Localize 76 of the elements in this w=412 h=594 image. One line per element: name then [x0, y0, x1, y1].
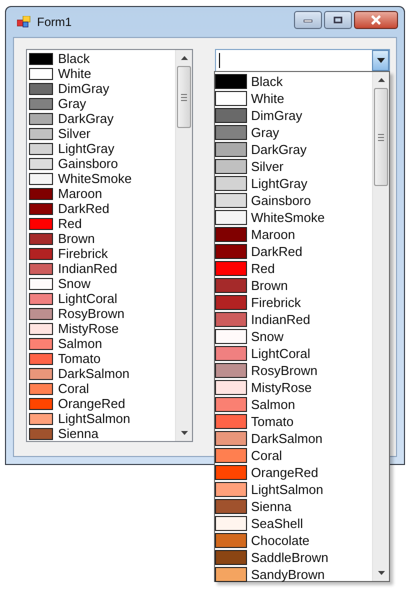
list-item[interactable]: LightCoral [215, 345, 372, 362]
list-item[interactable]: MistyRose [27, 321, 175, 336]
scrollbar[interactable] [372, 72, 389, 581]
list-item[interactable]: White [215, 90, 372, 107]
list-item[interactable]: Salmon [215, 396, 372, 413]
list-item[interactable]: Firebrick [27, 246, 175, 261]
list-item[interactable]: IndianRed [27, 261, 175, 276]
combo-box[interactable] [215, 49, 390, 72]
list-item[interactable]: Red [215, 260, 372, 277]
list-item[interactable]: DarkGray [27, 111, 175, 126]
scroll-thumb[interactable] [177, 66, 191, 128]
list-item[interactable]: SeaShell [215, 515, 372, 532]
list-item[interactable]: Gainsboro [27, 156, 175, 171]
list-item[interactable]: Tomato [215, 413, 372, 430]
scroll-up-icon[interactable] [180, 56, 188, 60]
list-item[interactable]: LightSalmon [215, 481, 372, 498]
list-item[interactable]: DimGray [27, 81, 175, 96]
color-list-box[interactable] [26, 49, 193, 442]
list-item[interactable]: Black [27, 51, 175, 66]
list-item[interactable]: SaddleBrown [215, 549, 372, 566]
list-item[interactable]: Coral [215, 447, 372, 464]
list-item[interactable]: Gray [215, 124, 372, 141]
list-item[interactable]: DarkSalmon [27, 366, 175, 381]
list-item[interactable]: DarkGray [215, 141, 372, 158]
caret-icon [376, 58, 384, 63]
maximize-icon [333, 16, 343, 24]
scroll-up-icon[interactable] [378, 78, 384, 82]
list-item[interactable]: Chocolate [215, 532, 372, 549]
list-item[interactable]: Brown [215, 277, 372, 294]
list-item[interactable]: Red [27, 216, 175, 231]
scroll-down-icon[interactable] [180, 431, 188, 435]
app-icon [17, 16, 31, 28]
list-item[interactable]: Snow [215, 328, 372, 345]
list-item[interactable]: Maroon [215, 226, 372, 243]
list-item[interactable]: DarkRed [27, 201, 175, 216]
list-item[interactable]: Maroon [27, 186, 175, 201]
list-item[interactable]: LightCoral [27, 291, 175, 306]
list-item[interactable]: Sienna [215, 498, 372, 515]
list-item[interactable]: OrangeRed [215, 464, 372, 481]
list-item[interactable]: Silver [27, 126, 175, 141]
list-item[interactable]: SandyBrown [215, 566, 372, 583]
window-title: Form1 [37, 15, 72, 29]
scroll-thumb[interactable] [374, 88, 388, 186]
list-item[interactable]: IndianRed [215, 311, 372, 328]
list-item[interactable]: Silver [215, 158, 372, 175]
list-item[interactable]: WhiteSmoke [215, 209, 372, 226]
list-item[interactable]: Gray [27, 96, 175, 111]
list-item[interactable]: MistyRose [215, 379, 372, 396]
list-item[interactable]: RosyBrown [215, 362, 372, 379]
list-item[interactable]: Salmon [27, 336, 175, 351]
list-item[interactable]: LightSalmon [27, 411, 175, 426]
list-item[interactable]: White [27, 66, 175, 81]
minimize-icon [303, 17, 313, 23]
list-item[interactable]: WhiteSmoke [27, 171, 175, 186]
list-item[interactable]: LightGray [27, 141, 175, 156]
list-item[interactable]: Black [215, 73, 372, 90]
list-item[interactable]: Snow [27, 276, 175, 291]
list-item[interactable]: DarkRed [215, 243, 372, 260]
list-item[interactable]: OrangeRed [27, 396, 175, 411]
close-icon [370, 15, 382, 25]
list-item[interactable]: DimGray [215, 107, 372, 124]
maximize-button[interactable] [324, 11, 352, 29]
close-button[interactable] [354, 11, 398, 29]
scrollbar[interactable] [175, 50, 192, 441]
list-item[interactable]: DarkSalmon [215, 430, 372, 447]
list-item[interactable]: LightGray [215, 175, 372, 192]
list-item[interactable]: Coral [27, 381, 175, 396]
list-item[interactable]: Firebrick [215, 294, 372, 311]
dropdown-button[interactable] [372, 50, 389, 71]
list-item[interactable]: Brown [27, 231, 175, 246]
list-item[interactable]: RosyBrown [27, 306, 175, 321]
list-item[interactable]: Tomato [27, 351, 175, 366]
scroll-down-icon[interactable] [378, 571, 384, 575]
list-item[interactable]: Sienna [27, 426, 175, 441]
list-item[interactable]: Gainsboro [215, 192, 372, 209]
minimize-button[interactable] [294, 11, 322, 29]
